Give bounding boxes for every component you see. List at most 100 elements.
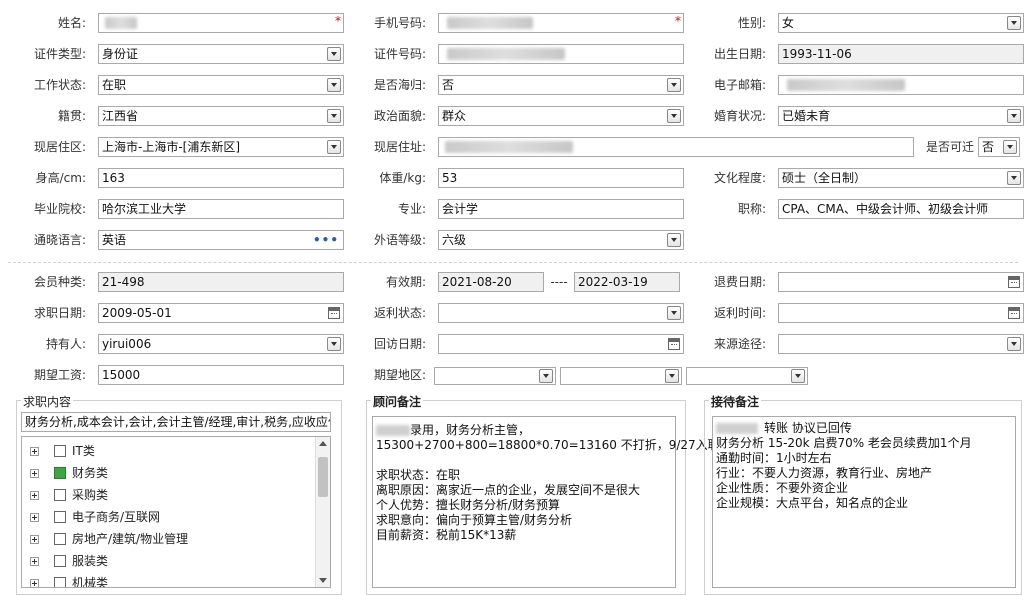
calendar-icon[interactable] — [1008, 307, 1020, 319]
school-field[interactable]: 哈尔滨工业大学 — [98, 199, 344, 219]
refund-date-field[interactable] — [778, 272, 1024, 292]
region-district-select[interactable] — [686, 367, 808, 385]
holder-value: yirui006 — [102, 337, 152, 351]
region-province-select[interactable] — [434, 367, 556, 385]
dropdown-arrow-icon[interactable] — [667, 306, 681, 320]
advisor-note-textarea[interactable]: 录用，财务分析主管， 15300+2700+800=18800*0.70=131… — [372, 416, 720, 588]
job-category-tree[interactable]: IT类 财务类 采购类 电子商务/互联网 房地产/建筑/物业管理 服装类 机械类 — [21, 436, 331, 588]
major-field[interactable]: 会计学 — [438, 199, 684, 219]
dropdown-arrow-icon[interactable] — [667, 78, 681, 92]
email-field[interactable] — [778, 75, 1024, 95]
height-field[interactable]: 163 — [98, 168, 344, 188]
member-type-field[interactable]: 21-498 — [98, 272, 344, 292]
rebate-time-field[interactable] — [778, 303, 1024, 323]
native-value: 江西省 — [102, 109, 139, 123]
dropdown-arrow-icon[interactable] — [667, 233, 681, 247]
education-select[interactable]: 硕士（全日制） — [778, 168, 1024, 188]
note-line-text: 转账 协议已回传 — [764, 421, 852, 435]
region-city-select[interactable] — [560, 367, 682, 385]
expand-plus-icon[interactable] — [30, 447, 39, 456]
major-label: 专业: — [397, 202, 426, 216]
calendar-icon[interactable] — [1008, 276, 1020, 288]
work-status-value: 在职 — [102, 78, 127, 92]
expand-plus-icon[interactable] — [30, 557, 39, 566]
checkbox[interactable] — [54, 445, 66, 457]
dropdown-arrow-icon[interactable] — [539, 369, 553, 383]
job-content-summary[interactable]: 财务分析,成本会计,会计,会计主管/经理,审计,税务,应收应付 — [21, 412, 331, 432]
political-select[interactable]: 群众 — [438, 106, 684, 126]
tree-item-label: 财务类 — [72, 466, 109, 480]
calendar-icon[interactable] — [328, 307, 340, 319]
checkbox[interactable] — [54, 467, 66, 479]
tree-scrollbar[interactable] — [315, 437, 330, 587]
note-line: 个人优势：擅长财务分析/财务预算 — [376, 498, 561, 512]
dropdown-arrow-icon[interactable] — [327, 78, 341, 92]
note-line: 转账 协议已回传 — [716, 421, 1012, 436]
holder-select[interactable]: yirui006 — [98, 334, 344, 354]
dropdown-arrow-icon[interactable] — [1007, 16, 1021, 30]
salary-field[interactable]: 15000 — [98, 365, 344, 385]
gender-select[interactable]: 女 — [778, 13, 1024, 33]
overseas-select[interactable]: 否 — [438, 75, 684, 95]
lang-level-select[interactable]: 六级 — [438, 230, 684, 250]
reception-note-textarea[interactable]: 转账 协议已回传 财务分析 15-20k 启费70% 老会员续费加1个月 通勤时… — [712, 416, 1016, 588]
source-select[interactable] — [778, 334, 1024, 354]
residence-area-select[interactable]: 上海市-上海市-[浦东新区] — [98, 137, 344, 157]
scroll-up-icon[interactable] — [319, 441, 327, 446]
residence-area-label: 现居住区: — [33, 140, 86, 154]
dropdown-arrow-icon[interactable] — [1007, 171, 1021, 185]
dropdown-arrow-icon[interactable] — [327, 47, 341, 61]
language-field[interactable]: 英语 ••• — [98, 230, 344, 250]
id-type-select[interactable]: 身份证 — [98, 44, 344, 64]
dropdown-arrow-icon[interactable] — [665, 369, 679, 383]
valid-end-field[interactable]: 2022-03-19 — [574, 272, 680, 292]
rebate-status-select[interactable] — [438, 303, 684, 323]
dropdown-arrow-icon[interactable] — [327, 109, 341, 123]
dropdown-arrow-icon[interactable] — [1003, 140, 1017, 154]
native-select[interactable]: 江西省 — [98, 106, 344, 126]
expand-plus-icon[interactable] — [30, 579, 39, 587]
advisor-note-title: 顾问备注 — [371, 393, 424, 410]
address-field[interactable] — [438, 137, 914, 157]
dropdown-arrow-icon[interactable] — [1007, 109, 1021, 123]
phone-field[interactable]: * — [438, 13, 684, 33]
dropdown-arrow-icon[interactable] — [667, 109, 681, 123]
scroll-thumb[interactable] — [318, 457, 328, 497]
marital-select[interactable]: 已婚未育 — [778, 106, 1024, 126]
name-field[interactable]: * — [98, 13, 344, 33]
note-line: 企业性质：不要外资企业 — [716, 481, 849, 495]
checkbox[interactable] — [54, 511, 66, 523]
dropdown-arrow-icon[interactable] — [327, 337, 341, 351]
date-range-separator: ---- — [550, 275, 568, 289]
required-marker: * — [675, 14, 681, 28]
expand-plus-icon[interactable] — [30, 491, 39, 500]
id-no-field[interactable] — [438, 44, 684, 64]
expand-plus-icon[interactable] — [30, 513, 39, 522]
checkbox[interactable] — [54, 577, 66, 587]
work-status-select[interactable]: 在职 — [98, 75, 344, 95]
more-options-icon[interactable]: ••• — [313, 231, 339, 249]
redacted-text — [445, 141, 573, 153]
valid-start-field[interactable]: 2021-08-20 — [438, 272, 544, 292]
height-label: 身高/cm: — [35, 171, 86, 185]
note-line: 求职状态：在职 — [376, 468, 461, 482]
valid-label: 有效期: — [385, 275, 426, 289]
email-label: 电子邮箱: — [713, 78, 766, 92]
job-date-field[interactable]: 2009-05-01 — [98, 303, 344, 323]
weight-field[interactable]: 53 — [438, 168, 684, 188]
checkbox[interactable] — [54, 533, 66, 545]
title-field[interactable]: CPA、CMA、中级会计师、初级会计师 — [778, 199, 1024, 219]
calendar-icon[interactable] — [668, 338, 680, 350]
visit-date-field[interactable] — [438, 334, 684, 354]
expand-plus-icon[interactable] — [30, 535, 39, 544]
dropdown-arrow-icon[interactable] — [327, 140, 341, 154]
birth-field[interactable]: 1993-11-06 — [778, 44, 1024, 64]
scroll-down-icon[interactable] — [319, 578, 327, 583]
dropdown-arrow-icon[interactable] — [1007, 337, 1021, 351]
checkbox[interactable] — [54, 555, 66, 567]
relocate-select[interactable]: 否 — [978, 137, 1020, 157]
holder-label: 持有人: — [45, 337, 86, 351]
expand-plus-icon[interactable] — [30, 469, 39, 478]
checkbox[interactable] — [54, 489, 66, 501]
dropdown-arrow-icon[interactable] — [791, 369, 805, 383]
